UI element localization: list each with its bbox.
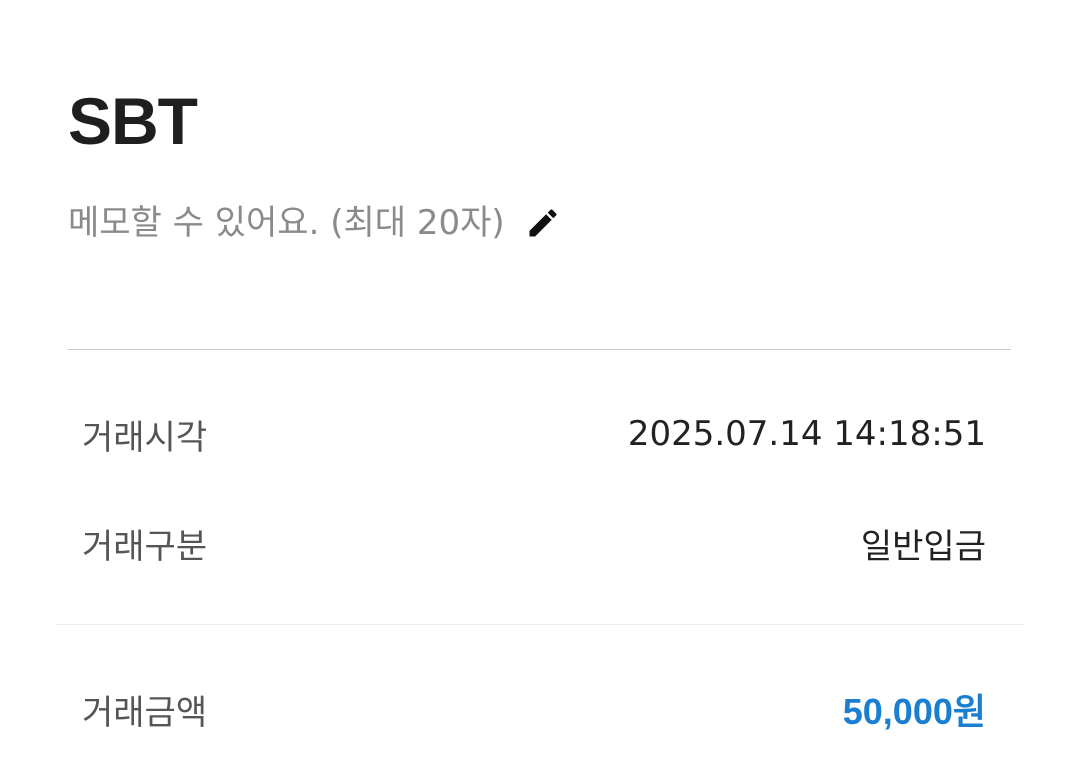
detail-row-time: 거래시각 2025.07.14 14:18:51 xyxy=(82,407,986,461)
page-title: SBT xyxy=(68,84,198,158)
detail-row-type: 거래구분 일반입금 xyxy=(82,516,986,570)
section-divider xyxy=(68,349,1011,350)
pencil-icon[interactable] xyxy=(523,203,563,243)
amount-divider xyxy=(56,624,1024,625)
transaction-amount-value: 50,000원 xyxy=(842,691,986,732)
transaction-amount-label: 거래금액 xyxy=(82,692,208,733)
transaction-time-label: 거래시각 xyxy=(82,417,208,458)
transaction-type-value: 일반입금 xyxy=(860,526,986,567)
memo-edit-row[interactable]: 메모할 수 있어요. (최대 20자) xyxy=(68,196,563,250)
detail-row-amount: 거래금액 50,000원 xyxy=(82,682,986,736)
pencil-icon-graphic xyxy=(529,209,557,237)
memo-placeholder[interactable]: 메모할 수 있어요. (최대 20자) xyxy=(68,196,505,250)
transaction-type-label: 거래구분 xyxy=(82,526,208,567)
transaction-time-value: 2025.07.14 14:18:51 xyxy=(627,414,986,454)
